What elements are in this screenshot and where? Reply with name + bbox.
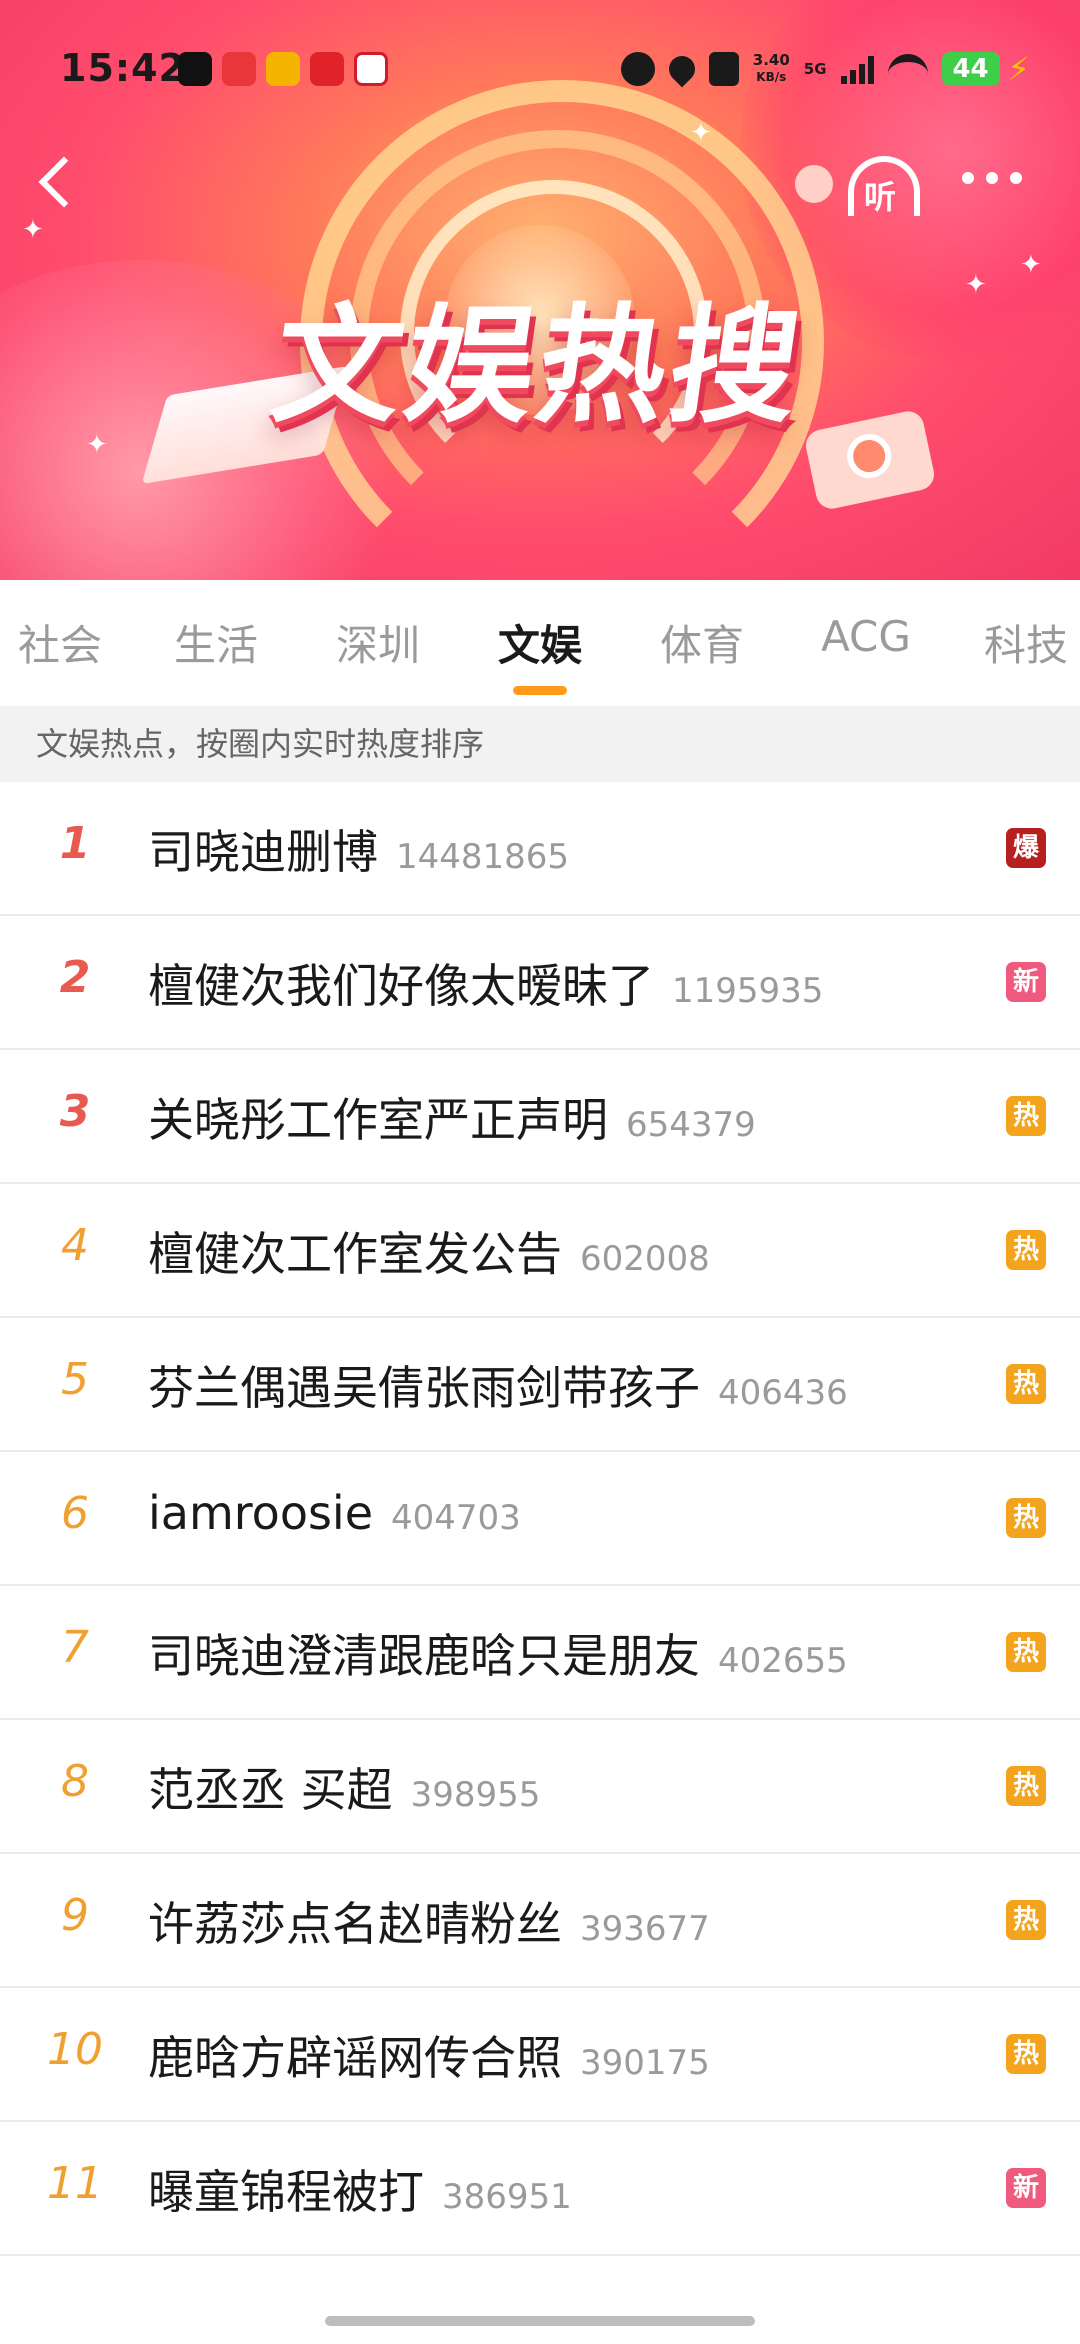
heat-count: 393677 [580, 1909, 710, 1949]
tab-shehui[interactable]: 社会 [8, 612, 112, 673]
heat-count: 14481865 [396, 837, 570, 877]
home-indicator[interactable] [325, 2316, 755, 2326]
heat-count: 406436 [718, 1373, 848, 1413]
status-indicators: 3.40 KB/s 5G 44 ⚡ [620, 50, 1030, 88]
heat-count: 404703 [391, 1498, 521, 1538]
location-icon [663, 50, 701, 88]
list-item[interactable]: 6 iamroosie 404703 热 [0, 1452, 1080, 1586]
heat-count: 602008 [580, 1239, 710, 1279]
vibrate-icon [708, 52, 739, 86]
list-item[interactable]: 11 曝童锦程被打 386951 新 [0, 2122, 1080, 2256]
back-icon[interactable] [28, 150, 88, 220]
list-subheading: 文娱热点，按圈内实时热度排序 [0, 706, 1080, 782]
item-title: 鹿晗方辟谣网传合照 [148, 2031, 562, 2085]
hot-badge: 热 [1006, 1230, 1046, 1270]
charging-icon: ⚡ [1007, 50, 1030, 88]
network-speed: 3.40 KB/s [753, 52, 790, 86]
listen-label: 听 [864, 178, 897, 216]
listen-button[interactable]: 听 [842, 150, 932, 230]
heat-count: 402655 [718, 1641, 848, 1681]
item-title: 曝童锦程被打 [148, 2165, 424, 2219]
rank-number: 7 [61, 1622, 89, 1673]
more-icon[interactable] [962, 172, 1022, 184]
rank-number: 8 [61, 1756, 89, 1807]
item-title: 许荔莎点名赵晴粉丝 [148, 1897, 562, 1951]
heat-count: 398955 [410, 1775, 541, 1815]
heat-count: 386951 [442, 2177, 572, 2217]
new-badge: 新 [1006, 962, 1046, 1002]
item-title: 司晓迪澄清跟鹿晗只是朋友 [148, 1629, 700, 1683]
list-item[interactable]: 10 鹿晗方辟谣网传合照 390175 热 [0, 1988, 1080, 2122]
heat-count: 654379 [626, 1105, 756, 1145]
tab-wenyu[interactable]: 文娱 [488, 612, 592, 673]
list-item[interactable]: 1 司晓迪删博 14481865 爆 [0, 782, 1080, 916]
notification-icons [178, 52, 388, 86]
tab-keji[interactable]: 科技 [974, 612, 1078, 673]
item-title: iamroosie [148, 1486, 374, 1540]
heat-count: 390175 [580, 2043, 710, 2083]
music-app-icon [178, 52, 212, 86]
list-item[interactable]: 9 许荔莎点名赵晴粉丝 393677 热 [0, 1854, 1080, 1988]
item-title: 关晓彤工作室严正声明 [148, 1093, 608, 1147]
hot-badge: 热 [1006, 1900, 1046, 1940]
rank-number: 9 [61, 1890, 89, 1941]
rank-number: 4 [61, 1220, 89, 1271]
list-item[interactable]: 2 檀健次我们好像太暧昧了 1195935 新 [0, 916, 1080, 1050]
weibo-app-icon [266, 52, 300, 86]
hot-badge: 热 [1006, 2034, 1046, 2074]
item-title: 檀健次工作室发公告 [148, 1227, 562, 1281]
hot-badge: 热 [1006, 1096, 1046, 1136]
rank-number: 10 [47, 2024, 103, 2075]
list-item[interactable]: 8 范丞丞 买超 398955 热 [0, 1720, 1080, 1854]
rank-number: 2 [59, 952, 91, 1003]
bank-app-icon [354, 52, 388, 86]
new-badge: 新 [1006, 2168, 1046, 2208]
battery-icon: 44 [941, 52, 1000, 86]
rank-number: 1 [59, 818, 91, 869]
huawei-app-icon [310, 52, 344, 86]
active-tab-indicator [513, 686, 567, 695]
alarm-icon [620, 52, 655, 86]
list-item[interactable]: 4 檀健次工作室发公告 602008 热 [0, 1184, 1080, 1318]
heat-count: 1195935 [672, 971, 824, 1011]
network-type: 5G [803, 60, 827, 78]
item-title: 檀健次我们好像太暧昧了 [148, 959, 654, 1013]
hot-badge: 热 [1006, 1364, 1046, 1404]
tab-shenzhen[interactable]: 深圳 [326, 612, 430, 673]
list-item[interactable]: 3 关晓彤工作室严正声明 654379 热 [0, 1050, 1080, 1184]
toutiao-app-icon [222, 52, 256, 86]
tab-acg[interactable]: ACG [806, 612, 926, 661]
planet-illustration [795, 165, 833, 203]
item-title: 芬兰偶遇吴倩张雨剑带孩子 [148, 1361, 700, 1415]
rank-number: 5 [61, 1354, 89, 1405]
network-speed-value: 3.40 [752, 51, 790, 69]
rank-number: 6 [61, 1488, 89, 1539]
item-title: 范丞丞 买超 [148, 1763, 393, 1817]
status-bar: 15:42 3.40 KB/s 5G 44 ⚡ [0, 0, 1080, 140]
rank-number: 11 [47, 2158, 103, 2209]
hot-badge: 热 [1006, 1766, 1046, 1806]
item-title: 司晓迪删博 [148, 825, 378, 879]
list-item[interactable]: 7 司晓迪澄清跟鹿晗只是朋友 402655 热 [0, 1586, 1080, 1720]
status-time: 15:42 [60, 46, 186, 90]
tab-tiyu[interactable]: 体育 [650, 612, 754, 673]
hot-badge: 热 [1006, 1632, 1046, 1672]
hot-badge: 爆 [1006, 828, 1046, 868]
page-title: 文娱热搜 [263, 292, 813, 441]
list-item[interactable]: 5 芬兰偶遇吴倩张雨剑带孩子 406436 热 [0, 1318, 1080, 1452]
hot-badge: 热 [1006, 1498, 1046, 1538]
wifi-icon [887, 54, 928, 84]
tab-shenghuo[interactable]: 生活 [164, 612, 268, 673]
rank-number: 3 [59, 1086, 91, 1137]
signal-icon [840, 54, 874, 84]
network-speed-unit: KB/s [756, 70, 787, 84]
